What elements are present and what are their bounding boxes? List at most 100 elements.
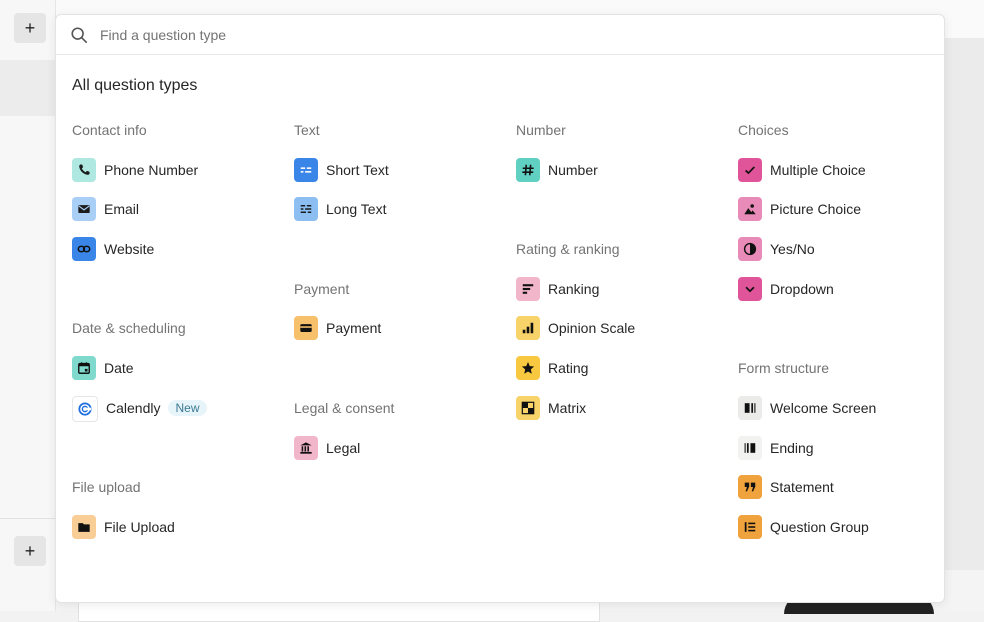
question-type-question-group[interactable]: Question Group — [738, 514, 944, 556]
question-type-statement[interactable]: Statement — [738, 475, 944, 516]
group-title: Rating & ranking — [516, 241, 620, 258]
question-type-opinion-scale[interactable]: Opinion Scale — [516, 316, 736, 357]
short-text-icon — [294, 157, 318, 182]
question-type-label: Picture Choice — [770, 201, 862, 218]
bank-icon — [294, 435, 318, 460]
question-type-label: Calendly — [106, 399, 161, 416]
hash-icon — [516, 157, 540, 182]
sidebar-divider — [0, 518, 55, 519]
question-type-label: Number — [548, 161, 598, 178]
question-type-label: Date — [104, 360, 134, 377]
question-type-label: Payment — [326, 320, 382, 337]
group-title: Text — [294, 122, 320, 138]
credit-card-icon — [294, 316, 318, 341]
folder-icon — [72, 514, 96, 539]
envelope-icon — [72, 197, 96, 222]
calendly-icon — [72, 395, 98, 422]
question-type-column: Contact info Phone Number Email Website Date… — [72, 119, 292, 556]
question-type-label: Opinion Scale — [548, 320, 636, 337]
group-title: Contact info — [72, 122, 147, 138]
question-type-label: Ranking — [548, 280, 600, 297]
question-type-rating[interactable]: Rating — [516, 356, 736, 397]
question-type-multiple-choice[interactable]: Multiple Choice — [738, 157, 944, 199]
long-text-icon — [294, 197, 318, 222]
group-title: File upload — [72, 479, 141, 496]
question-group-icon — [738, 514, 762, 539]
group-title: Choices — [738, 122, 789, 138]
link-icon — [72, 237, 96, 262]
quote-icon — [738, 475, 762, 500]
question-type-label: Statement — [770, 479, 834, 496]
question-type-menu: All question types Contact info Phone Num… — [55, 14, 945, 603]
chevron-down-icon — [738, 276, 762, 301]
question-type-column: Choices Multiple Choice Picture Choice Yes/… — [738, 119, 944, 556]
question-type-ranking[interactable]: Ranking — [516, 276, 736, 318]
phone-icon — [72, 157, 96, 182]
question-type-column: Text Short Text Long Text Payment Payment Leg… — [294, 119, 514, 476]
question-type-number[interactable]: Number — [516, 157, 736, 199]
selected-block[interactable] — [0, 60, 55, 116]
question-type-label: Legal — [326, 439, 361, 456]
add-block-button-top[interactable]: + — [14, 13, 46, 43]
question-type-picture-choice[interactable]: Picture Choice — [738, 197, 944, 238]
question-type-date[interactable]: Date — [72, 356, 292, 397]
question-type-label: Welcome Screen — [770, 399, 877, 416]
check-icon — [738, 157, 762, 182]
question-type-label: Question Group — [770, 518, 869, 535]
question-type-ending[interactable]: Ending — [738, 435, 944, 477]
new-badge: New — [168, 399, 207, 416]
question-type-label: Dropdown — [770, 280, 834, 297]
star-icon — [516, 356, 540, 381]
question-type-label: Rating — [548, 360, 589, 377]
question-type-file-upload[interactable]: File Upload — [72, 514, 292, 556]
question-type-yes-no[interactable]: Yes/No — [738, 237, 944, 278]
group-title: Date & scheduling — [72, 320, 186, 337]
question-type-label: Matrix — [548, 399, 587, 416]
search-icon — [71, 26, 88, 43]
question-type-long-text[interactable]: Long Text — [294, 197, 514, 238]
group-title: Legal & consent — [294, 399, 395, 416]
question-type-label: Long Text — [326, 201, 387, 218]
add-block-button-bottom[interactable]: + — [14, 536, 46, 566]
question-type-dropdown[interactable]: Dropdown — [738, 276, 944, 318]
question-type-label: Phone Number — [104, 161, 199, 178]
group-title: Form structure — [738, 360, 830, 377]
ranking-icon — [516, 276, 540, 301]
question-type-label: Yes/No — [770, 241, 815, 258]
question-type-legal[interactable]: Legal — [294, 435, 514, 477]
matrix-icon — [516, 395, 540, 420]
question-type-website[interactable]: Website — [72, 237, 292, 278]
question-type-short-text[interactable]: Short Text — [294, 157, 514, 199]
welcome-screen-icon — [738, 395, 762, 420]
question-type-label: Email — [104, 201, 140, 218]
ending-icon — [738, 435, 762, 460]
question-type-column: Number Number Rating & ranking Ranking Opini… — [516, 119, 736, 437]
question-type-payment[interactable]: Payment — [294, 316, 514, 357]
calendar-icon — [72, 356, 96, 381]
question-type-phone-number[interactable]: Phone Number — [72, 157, 292, 199]
left-sidebar: + + — [0, 0, 56, 611]
group-title: Number — [516, 122, 566, 138]
question-type-label: Website — [104, 241, 155, 258]
image-icon — [738, 197, 762, 222]
canvas-background — [940, 38, 984, 570]
question-type-label: File Upload — [104, 518, 175, 535]
half-circle-icon — [738, 237, 762, 262]
question-type-welcome-screen[interactable]: Welcome Screen — [738, 395, 944, 437]
question-type-email[interactable]: Email — [72, 197, 292, 238]
bar-chart-icon — [516, 316, 540, 341]
question-type-matrix[interactable]: Matrix — [516, 395, 736, 437]
question-type-label: Multiple Choice — [770, 161, 866, 178]
search-bar — [56, 15, 944, 55]
group-title: Payment — [294, 280, 350, 297]
all-question-types-heading: All question types — [72, 77, 198, 94]
search-input[interactable] — [98, 25, 882, 44]
question-type-label: Short Text — [326, 161, 389, 178]
question-type-calendly[interactable]: Calendly New — [72, 395, 292, 437]
question-type-label: Ending — [770, 439, 814, 456]
